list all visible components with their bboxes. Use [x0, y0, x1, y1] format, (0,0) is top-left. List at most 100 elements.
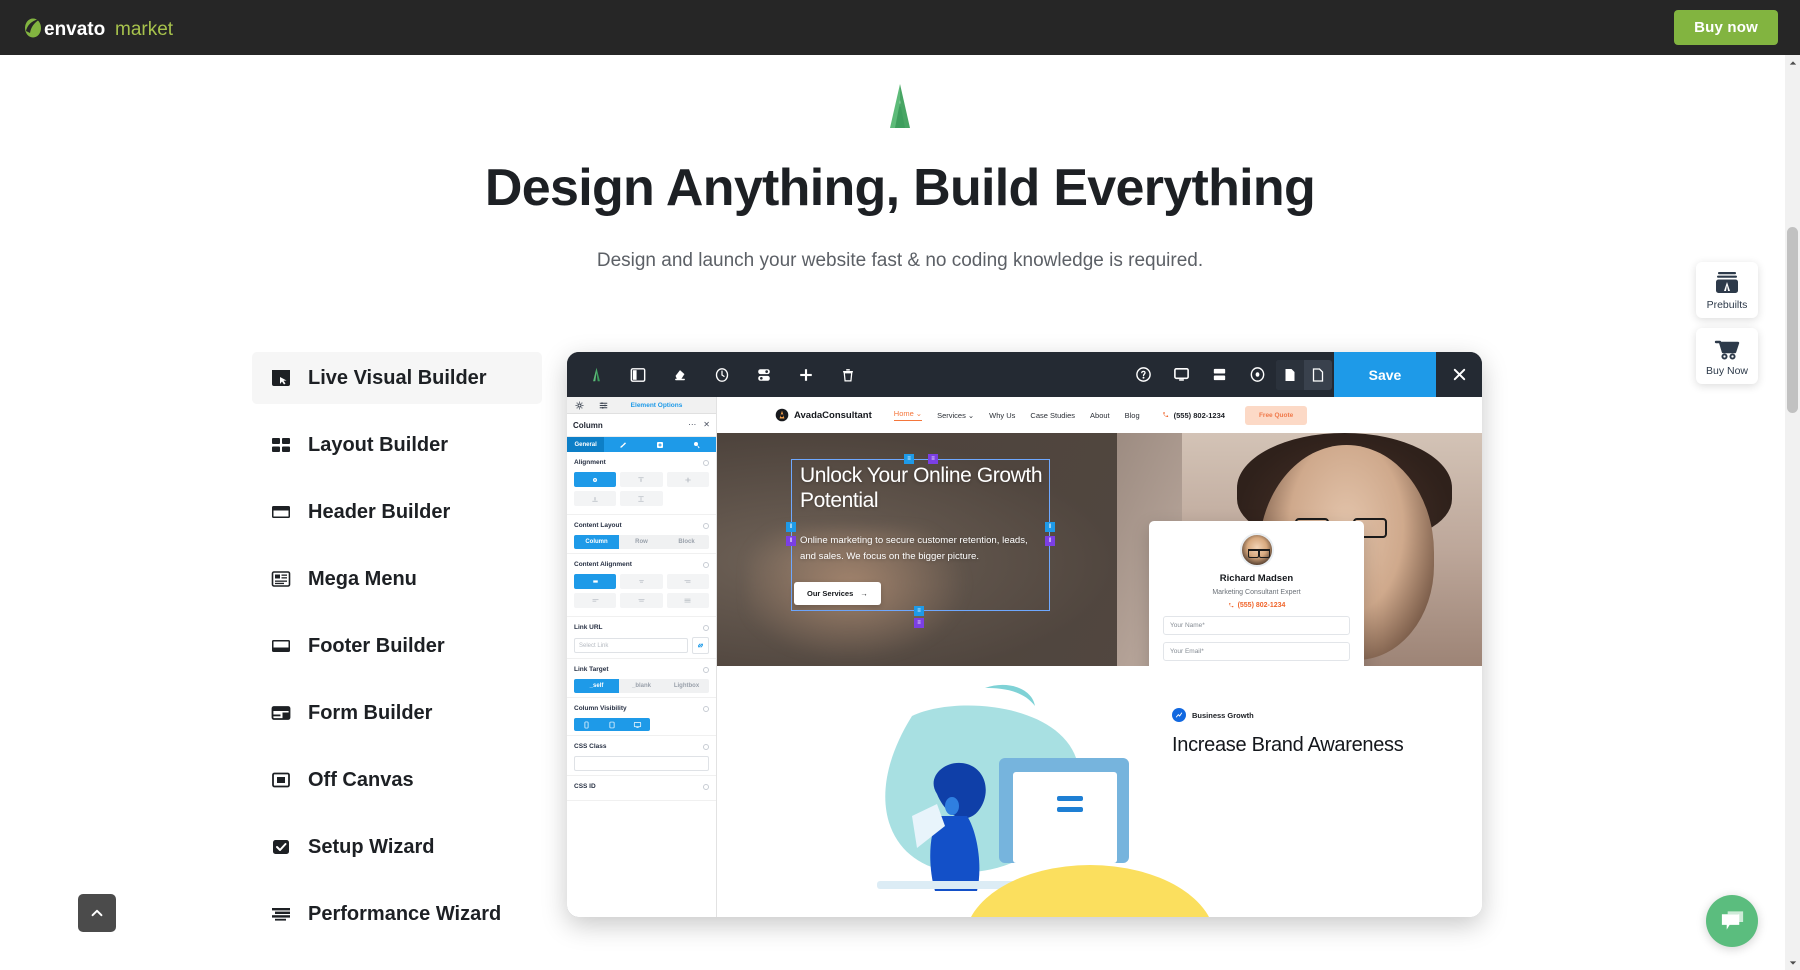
visibility-desktop-icon[interactable] — [625, 718, 650, 731]
email-field[interactable]: Your Email* — [1163, 642, 1350, 661]
content-align-left-button[interactable] — [574, 593, 616, 608]
handle-options-icon[interactable]: ≡ — [928, 454, 938, 464]
nav-link-case-studies[interactable]: Case Studies — [1030, 411, 1075, 420]
tab-general[interactable]: General — [567, 437, 604, 452]
nav-link-about[interactable]: About — [1090, 411, 1110, 420]
close-icon[interactable] — [1436, 352, 1482, 397]
link-target-blank[interactable]: _blank — [619, 679, 664, 693]
content-layout-block[interactable]: Block — [664, 535, 709, 549]
nav-link-why-us[interactable]: Why Us — [989, 411, 1015, 420]
help-dot-icon[interactable] — [703, 523, 709, 529]
page-scrollbar[interactable] — [1785, 55, 1800, 970]
nav-link-home[interactable]: Home⌄ — [894, 409, 922, 421]
buy-now-float-button[interactable]: Buy Now — [1696, 328, 1758, 384]
free-quote-button[interactable]: Free Quote — [1245, 406, 1307, 425]
content-align-right-button[interactable] — [667, 574, 709, 589]
gear-icon[interactable] — [567, 397, 591, 414]
columns-icon[interactable] — [1200, 352, 1238, 397]
plus-icon[interactable] — [787, 352, 825, 397]
tab-extras[interactable] — [642, 437, 679, 452]
visibility-mobile-icon[interactable] — [574, 718, 599, 731]
site-nav: AvadaConsultant Home⌄ Services⌄ Why Us C… — [717, 397, 1482, 433]
site-brand[interactable]: AvadaConsultant — [775, 408, 872, 422]
sidebar-item-off-canvas[interactable]: Off Canvas — [252, 754, 542, 806]
content-layout-column[interactable]: Column — [574, 535, 619, 549]
tab-hover[interactable] — [679, 437, 716, 452]
align-middle-button[interactable] — [667, 472, 709, 487]
section-label: CSS Class — [574, 743, 703, 750]
align-bottom-button[interactable] — [574, 491, 616, 506]
svg-text:envato: envato — [44, 19, 105, 39]
sliders-icon[interactable] — [591, 397, 615, 414]
sidebar-item-live-visual-builder[interactable]: Live Visual Builder — [252, 352, 542, 404]
sidebar-item-header-builder[interactable]: Header Builder — [252, 486, 542, 538]
handle-bottom-icon[interactable]: ≡ — [914, 606, 924, 616]
help-dot-icon[interactable] — [703, 625, 709, 631]
name-field[interactable]: Your Name* — [1163, 616, 1350, 635]
panel-close-icon[interactable]: ✕ — [703, 421, 710, 429]
handle-left-options-icon[interactable]: ‖ — [786, 536, 796, 546]
visibility-tablet-icon[interactable] — [599, 718, 624, 731]
handle-move-icon[interactable]: ≡ — [904, 454, 914, 464]
handle-bottom-options-icon[interactable]: ≡ — [914, 618, 924, 628]
content-layout-row[interactable]: Row — [619, 535, 664, 549]
page-mode-toggle[interactable] — [1276, 360, 1332, 390]
content-align-center-button[interactable] — [620, 574, 662, 589]
contact-phone[interactable]: (555) 802-1234 — [1163, 602, 1350, 609]
handle-right-options-icon[interactable]: ‖ — [1045, 536, 1055, 546]
align-stretch-button[interactable] — [620, 491, 662, 506]
element-options-panel: Element Options Column ⋯ ✕ General — [567, 397, 717, 917]
prebuilts-button[interactable]: Prebuilts — [1696, 262, 1758, 318]
content-align-default-button[interactable] — [574, 574, 616, 589]
nav-link-blog[interactable]: Blog — [1125, 411, 1140, 420]
handle-left-icon[interactable]: ‖ — [786, 522, 796, 532]
buy-now-top-button[interactable]: Buy now — [1674, 10, 1778, 45]
eye-preview-icon[interactable] — [1238, 352, 1276, 397]
help-dot-icon[interactable] — [703, 562, 709, 568]
help-dot-icon[interactable] — [703, 784, 709, 790]
scrollbar-arrow-down-icon[interactable] — [1785, 955, 1800, 970]
content-align-spread-button[interactable] — [667, 593, 709, 608]
align-top-button[interactable] — [620, 472, 662, 487]
help-icon[interactable] — [1124, 352, 1162, 397]
handle-right-icon[interactable]: ‖ — [1045, 522, 1055, 532]
sidebar-item-footer-builder[interactable]: Footer Builder — [252, 620, 542, 672]
link-target-self[interactable]: _self — [574, 679, 619, 693]
layers-icon[interactable] — [745, 352, 783, 397]
scrollbar-thumb[interactable] — [1787, 227, 1798, 413]
chat-widget-button[interactable] — [1706, 895, 1758, 947]
link-chain-icon[interactable] — [692, 637, 709, 654]
trash-icon[interactable] — [829, 352, 867, 397]
sidebar-item-performance-wizard[interactable]: Performance Wizard — [252, 888, 542, 940]
scroll-to-top-button[interactable] — [78, 894, 116, 932]
link-target-lightbox[interactable]: Lightbox — [664, 679, 709, 693]
site-nav-phone[interactable]: (555) 802-1234 — [1162, 411, 1225, 420]
panel-more-icon[interactable]: ⋯ — [688, 421, 696, 429]
sidebar-item-form-builder[interactable]: Form Builder — [252, 687, 542, 739]
eraser-icon[interactable] — [661, 352, 699, 397]
hero-cta-button[interactable]: Our Services → — [794, 582, 881, 605]
help-dot-icon[interactable] — [703, 667, 709, 673]
align-default-button[interactable] — [574, 472, 616, 487]
scrollbar-arrow-up-icon[interactable] — [1785, 55, 1800, 70]
sidebar-item-mega-menu[interactable]: Mega Menu — [252, 553, 542, 605]
help-dot-icon[interactable] — [703, 744, 709, 750]
page-filled-icon[interactable] — [1276, 360, 1304, 390]
envato-market-logo[interactable]: envato market — [22, 0, 192, 55]
desktop-preview-icon[interactable] — [1162, 352, 1200, 397]
sidebar-toggle-icon[interactable] — [619, 352, 657, 397]
help-dot-icon[interactable] — [703, 706, 709, 712]
history-clock-icon[interactable] — [703, 352, 741, 397]
sidebar-item-setup-wizard[interactable]: Setup Wizard — [252, 821, 542, 873]
page-outline-icon[interactable] — [1304, 360, 1332, 390]
avada-logo-icon[interactable] — [577, 352, 615, 397]
sidebar-item-layout-builder[interactable]: Layout Builder — [252, 419, 542, 471]
tab-brush[interactable] — [604, 437, 641, 452]
save-button[interactable]: Save — [1334, 352, 1436, 397]
link-url-input[interactable]: Select Link — [574, 638, 688, 653]
alignment-row-2 — [574, 491, 709, 506]
help-dot-icon[interactable] — [703, 460, 709, 466]
content-align-justify-button[interactable] — [620, 593, 662, 608]
css-class-input[interactable] — [574, 756, 709, 771]
nav-link-services[interactable]: Services⌄ — [937, 411, 974, 420]
